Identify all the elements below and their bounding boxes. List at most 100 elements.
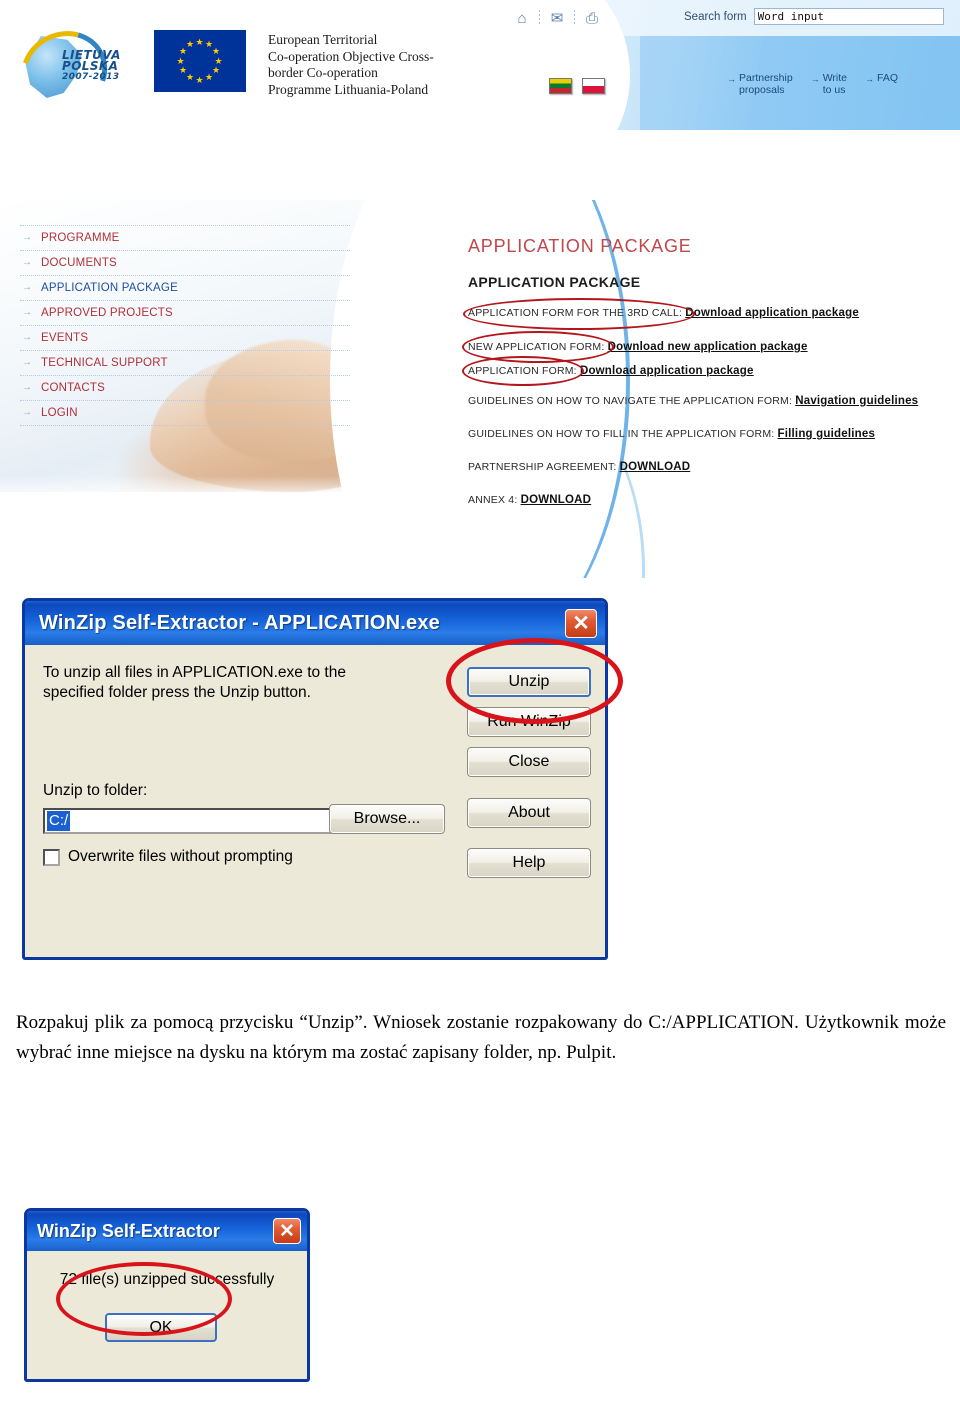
nav-label: Partnership proposals bbox=[739, 72, 793, 96]
sidebar-item-label: EVENTS bbox=[41, 332, 89, 344]
site-banner: ⌂ ✉ ⎙ Search form → Partnership proposal… bbox=[0, 0, 960, 130]
close-button[interactable]: Close bbox=[467, 747, 591, 777]
language-flags bbox=[549, 78, 605, 94]
eu-star-icon: ★ bbox=[195, 74, 204, 85]
sidebar-item-login[interactable]: → LOGIN bbox=[20, 401, 350, 426]
download-row-application-form: APPLICATION FORM: Download application p… bbox=[462, 356, 938, 386]
page-title: APPLICATION PACKAGE bbox=[468, 236, 692, 256]
about-button[interactable]: About bbox=[467, 798, 591, 828]
eu-star-icon: ★ bbox=[211, 46, 221, 56]
partnership-agreement-row: PARTNERSHIP AGREEMENT: DOWNLOAD bbox=[468, 460, 938, 474]
sidebar-item-application-package[interactable]: → APPLICATION PACKAGE bbox=[20, 276, 350, 301]
arrow-icon: → bbox=[22, 407, 32, 418]
navigation-guidelines-link[interactable]: Navigation guidelines bbox=[795, 395, 918, 407]
sidebar-item-label: APPLICATION PACKAGE bbox=[41, 282, 178, 294]
page-body: → PROGRAMME → DOCUMENTS → APPLICATION PA… bbox=[0, 200, 960, 578]
download-link[interactable]: Download application package bbox=[580, 365, 754, 377]
row-label: APPLICATION FORM FOR THE 3RD CALL: bbox=[468, 307, 683, 319]
partnership-download-link[interactable]: DOWNLOAD bbox=[620, 461, 691, 473]
eu-star-icon: ★ bbox=[176, 55, 185, 66]
eu-star-icon: ★ bbox=[205, 71, 214, 82]
caption-text: Rozpakuj plik za pomocą przycisku “Unzip… bbox=[16, 1012, 946, 1063]
eu-star-icon: ★ bbox=[195, 36, 204, 47]
arrow-icon: → bbox=[22, 357, 32, 368]
row-label: APPLICATION FORM: bbox=[468, 365, 577, 377]
annotation-ellipse-unzip bbox=[446, 638, 623, 724]
browse-button[interactable]: Browse... bbox=[329, 804, 445, 834]
arrow-icon: → bbox=[22, 282, 32, 293]
sidebar-item-label: TECHNICAL SUPPORT bbox=[41, 357, 168, 369]
flag-lithuania[interactable] bbox=[549, 78, 572, 94]
help-button[interactable]: Help bbox=[467, 848, 591, 878]
sidebar-item-label: PROGRAMME bbox=[41, 232, 120, 244]
eu-star-icon: ★ bbox=[186, 39, 195, 50]
sidebar-item-technical-support[interactable]: → TECHNICAL SUPPORT bbox=[20, 351, 350, 376]
logo-line-2: POLSKA bbox=[62, 59, 119, 73]
nav-write-to-us[interactable]: → Write to us bbox=[811, 72, 847, 96]
arrow-icon: → bbox=[22, 257, 32, 268]
filling-guidelines-link[interactable]: Filling guidelines bbox=[778, 428, 876, 440]
arrow-icon: → bbox=[810, 74, 820, 84]
download-link[interactable]: Download new application package bbox=[608, 341, 808, 353]
search-form-label: Search form bbox=[684, 10, 747, 23]
arrow-icon: → bbox=[865, 74, 875, 84]
arrow-icon: → bbox=[22, 382, 32, 393]
filling-guidelines-row: GUIDELINES ON HOW TO FILL IN THE APPLICA… bbox=[468, 427, 938, 441]
overwrite-checkbox[interactable] bbox=[43, 848, 60, 866]
logo-line-3: 2007-2013 bbox=[62, 72, 120, 82]
section-title: APPLICATION PACKAGE bbox=[468, 274, 641, 290]
arrow-icon: → bbox=[22, 232, 32, 243]
eu-union-label: EUROPEAN UNION bbox=[25, 126, 310, 130]
close-icon[interactable]: ✕ bbox=[273, 1218, 301, 1244]
sidebar-item-contacts[interactable]: → CONTACTS bbox=[20, 376, 350, 401]
row-label: ANNEX 4: bbox=[468, 494, 518, 506]
eu-star-icon: ★ bbox=[186, 71, 195, 82]
eu-fund-block: EUROPEAN UNION European Regional Develop… bbox=[25, 126, 310, 130]
logo-row: LIETUVA POLSKA 2007-2013 ★ ★ ★ ★ ★ ★ ★ ★ ★ ★ ★ ★ Eu… bbox=[6, 16, 434, 128]
dialog-title: WinZip Self-Extractor - APPLICATION.exe bbox=[39, 611, 441, 634]
sidebar-item-label: APPROVED PROJECTS bbox=[41, 307, 173, 319]
result-dialog-title-bar[interactable]: WinZip Self-Extractor ✕ bbox=[27, 1211, 307, 1251]
sidebar-item-label: DOCUMENTS bbox=[41, 257, 117, 269]
lietuva-polska-logo: LIETUVA POLSKA 2007-2013 bbox=[6, 16, 132, 128]
row-label: PARTNERSHIP AGREEMENT: bbox=[468, 461, 617, 473]
sidebar-menu: → PROGRAMME → DOCUMENTS → APPLICATION PA… bbox=[20, 225, 350, 426]
overwrite-checkbox-row[interactable]: Overwrite files without prompting bbox=[43, 848, 293, 866]
download-row-3rd-call: APPLICATION FORM FOR THE 3RD CALL: Downl… bbox=[463, 298, 938, 330]
mail-icon[interactable]: ✉ bbox=[540, 5, 574, 31]
main-content: APPLICATION PACKAGE APPLICATION PACKAGE … bbox=[462, 236, 938, 521]
nav-partnership-proposals[interactable]: → Partnership proposals bbox=[727, 72, 793, 96]
overwrite-checkbox-label: Overwrite files without prompting bbox=[68, 848, 293, 865]
close-icon[interactable]: ✕ bbox=[565, 608, 597, 638]
unzip-to-folder-input[interactable]: C:/ bbox=[43, 808, 333, 834]
flag-poland[interactable] bbox=[582, 78, 605, 94]
sidebar-item-label: CONTACTS bbox=[41, 382, 105, 394]
print-icon[interactable]: ⎙ bbox=[575, 5, 609, 31]
nav-label: FAQ bbox=[877, 72, 899, 84]
website-screenshot: ⌂ ✉ ⎙ Search form → Partnership proposal… bbox=[0, 0, 960, 578]
eu-flag-logo: ★ ★ ★ ★ ★ ★ ★ ★ ★ ★ ★ ★ bbox=[154, 30, 246, 92]
row-label: GUIDELINES ON HOW TO FILL IN THE APPLICA… bbox=[468, 428, 775, 440]
annex4-download-link[interactable]: DOWNLOAD bbox=[521, 494, 592, 506]
annex4-row: ANNEX 4: DOWNLOAD bbox=[468, 493, 938, 507]
sidebar-item-programme[interactable]: → PROGRAMME bbox=[20, 225, 350, 251]
home-icon[interactable]: ⌂ bbox=[505, 5, 539, 31]
row-label: NEW APPLICATION FORM: bbox=[468, 341, 605, 353]
sidebar-item-approved-projects[interactable]: → APPROVED PROJECTS bbox=[20, 301, 350, 326]
nav-faq[interactable]: → FAQ bbox=[865, 72, 898, 96]
sidebar-item-label: LOGIN bbox=[41, 407, 78, 419]
navigation-guidelines-row: GUIDELINES ON HOW TO NAVIGATE THE APPLIC… bbox=[468, 394, 938, 408]
nav-label: Write to us bbox=[822, 72, 848, 96]
programme-description: European Territorial Co-operation Object… bbox=[268, 32, 434, 97]
download-link[interactable]: Download application package bbox=[685, 307, 859, 319]
eu-star-icon: ★ bbox=[179, 65, 188, 75]
dialog-description: To unzip all files in APPLICATION.exe to… bbox=[43, 664, 346, 701]
sidebar-item-documents[interactable]: → DOCUMENTS bbox=[20, 251, 350, 276]
arrow-icon: → bbox=[727, 74, 736, 84]
download-row-new-form: NEW APPLICATION FORM: Download new appli… bbox=[462, 331, 938, 363]
logo-text: LIETUVA POLSKA 2007-2013 bbox=[62, 49, 121, 83]
top-navigation: → Partnership proposals → Write to us → … bbox=[727, 72, 898, 96]
search-input[interactable] bbox=[753, 8, 944, 25]
banner-toolbar: ⌂ ✉ ⎙ bbox=[505, 5, 609, 31]
sidebar-item-events[interactable]: → EVENTS bbox=[20, 326, 350, 351]
